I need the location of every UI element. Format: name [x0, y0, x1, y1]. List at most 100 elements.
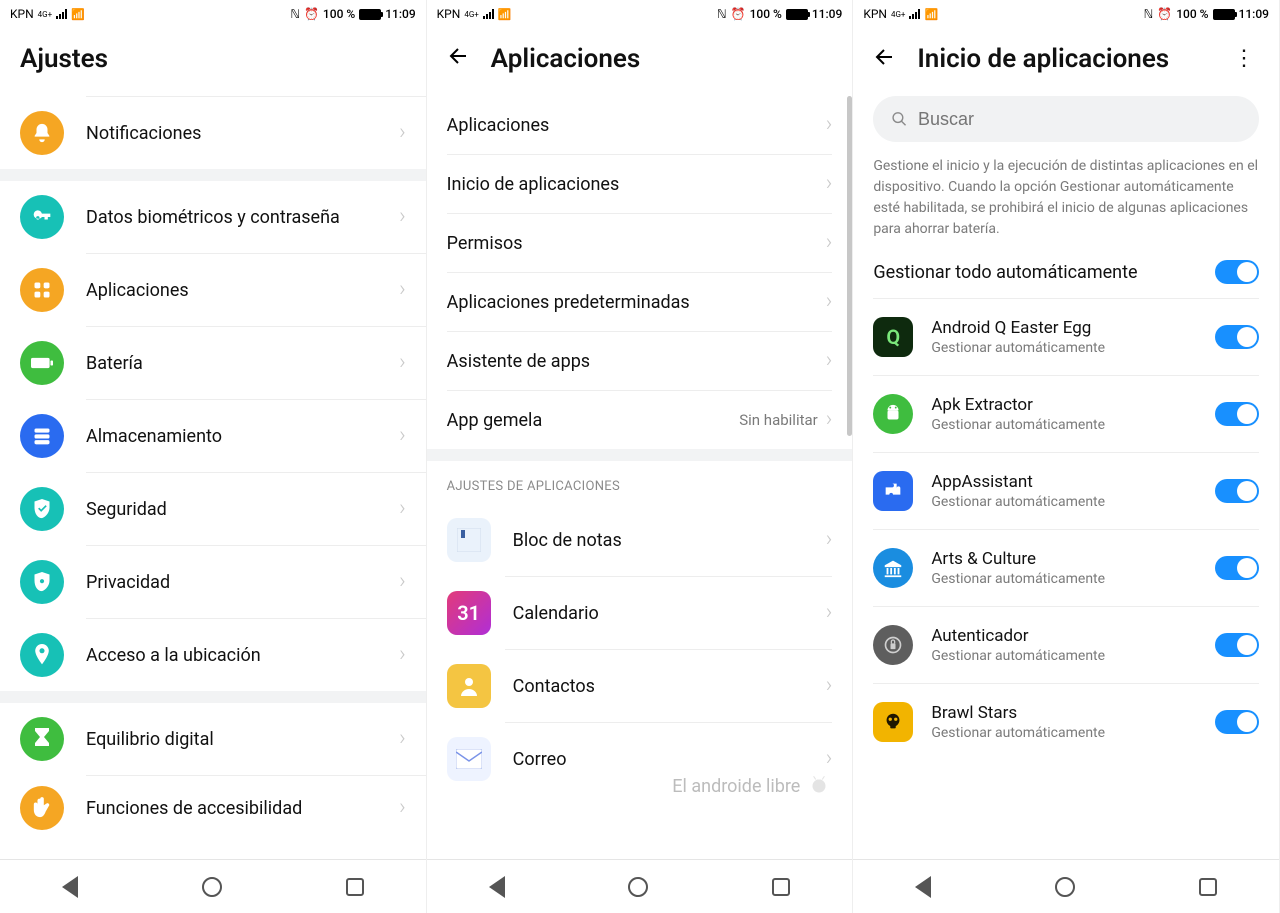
chevron-right-icon: ›: [826, 602, 833, 624]
section-gap: [0, 691, 426, 703]
chevron-right-icon: ›: [399, 571, 406, 593]
signal-icon: [56, 9, 67, 19]
mail-app-icon: [447, 737, 491, 781]
nav-recent-button[interactable]: [1199, 878, 1217, 896]
toggle-switch[interactable]: [1215, 710, 1259, 734]
toggle-switch[interactable]: [1215, 325, 1259, 349]
apps-settings-list: Aplicaciones › Inicio de aplicaciones › …: [427, 96, 853, 859]
battery-icon: [359, 9, 381, 20]
chevron-right-icon: ›: [399, 797, 406, 819]
search-icon: [891, 110, 908, 128]
toggle-switch[interactable]: [1215, 479, 1259, 503]
screen-settings: KPN 4G+ 📶 ℕ ⏰ 100 % 11:09 Ajustes Notifi…: [0, 0, 427, 913]
app-row-android-q[interactable]: Q Android Q Easter Egg Gestionar automát…: [853, 299, 1279, 375]
chevron-right-icon: ›: [826, 409, 833, 431]
settings-item-biometricos[interactable]: Datos biométricos y contraseña ›: [0, 181, 426, 253]
network-tag: 4G+: [38, 10, 52, 19]
bell-icon: [20, 111, 64, 155]
settings-item-privacidad[interactable]: Privacidad ›: [0, 546, 426, 618]
toggle-switch[interactable]: [1215, 402, 1259, 426]
back-button[interactable]: [873, 45, 897, 73]
app-row-calendario[interactable]: 31 Calendario ›: [427, 577, 853, 649]
android-icon: [873, 394, 913, 434]
notes-app-icon: [447, 518, 491, 562]
toggle-switch[interactable]: [1215, 556, 1259, 580]
app-row-appassistant[interactable]: AppAssistant Gestionar automáticamente: [853, 453, 1279, 529]
chevron-right-icon: ›: [826, 114, 833, 136]
search-bar[interactable]: [873, 96, 1259, 142]
chevron-right-icon: ›: [399, 644, 406, 666]
settings-item-bateria[interactable]: Batería ›: [0, 327, 426, 399]
app-row-autenticador[interactable]: Autenticador Gestionar automáticamente: [853, 607, 1279, 683]
chevron-right-icon: ›: [826, 675, 833, 697]
nav-home-button[interactable]: [628, 877, 648, 897]
page-title: Aplicaciones: [491, 44, 641, 74]
chevron-right-icon: ›: [399, 425, 406, 447]
location-icon: [20, 633, 64, 677]
item-apps-predeterminadas[interactable]: Aplicaciones predeterminadas ›: [427, 273, 853, 331]
settings-item-equilibrio-digital[interactable]: Equilibrio digital ›: [0, 703, 426, 775]
more-menu-button[interactable]: ⋮: [1229, 48, 1259, 70]
hand-icon: [20, 786, 64, 830]
settings-item-almacenamiento[interactable]: Almacenamiento ›: [0, 400, 426, 472]
nav-home-button[interactable]: [202, 877, 222, 897]
chevron-right-icon: ›: [826, 232, 833, 254]
header: Inicio de aplicaciones ⋮: [853, 28, 1279, 96]
status-bar: KPN 4G+ 📶 ℕ⏰ 100 % 11:09: [853, 0, 1279, 28]
nav-home-button[interactable]: [1055, 877, 1075, 897]
alarm-icon: ⏰: [304, 7, 319, 21]
settings-item-notificaciones[interactable]: Notificaciones ›: [0, 97, 426, 169]
nav-bar: [427, 859, 853, 913]
nav-back-button[interactable]: [62, 876, 78, 898]
section-gap: [427, 449, 853, 461]
master-toggle-row[interactable]: Gestionar todo automáticamente: [853, 256, 1279, 298]
settings-item-seguridad[interactable]: Seguridad ›: [0, 473, 426, 545]
settings-item-aplicaciones[interactable]: Aplicaciones ›: [0, 254, 426, 326]
chevron-right-icon: ›: [826, 173, 833, 195]
settings-item-ubicacion[interactable]: Acceso a la ubicación ›: [0, 619, 426, 691]
nav-back-button[interactable]: [915, 876, 931, 898]
section-title: AJUSTES DE APLICACIONES: [427, 461, 853, 504]
storage-icon: [20, 414, 64, 458]
settings-item-accesibilidad[interactable]: Funciones de accesibilidad ›: [0, 776, 426, 840]
chevron-right-icon: ›: [399, 206, 406, 228]
item-aplicaciones[interactable]: Aplicaciones ›: [427, 96, 853, 154]
chevron-right-icon: ›: [399, 728, 406, 750]
chevron-right-icon: ›: [399, 122, 406, 144]
nav-bar: [0, 859, 426, 913]
nav-recent-button[interactable]: [772, 878, 790, 896]
app-row-contactos[interactable]: Contactos ›: [427, 650, 853, 722]
search-input[interactable]: [918, 109, 1241, 130]
item-asistente-apps[interactable]: Asistente de apps ›: [427, 332, 853, 390]
nav-back-button[interactable]: [489, 876, 505, 898]
item-value: Sin habilitar: [739, 411, 818, 429]
app-row-apk-extractor[interactable]: Apk Extractor Gestionar automáticamente: [853, 376, 1279, 452]
header: Aplicaciones: [427, 28, 853, 96]
chevron-right-icon: ›: [399, 352, 406, 374]
nfc-icon: ℕ: [290, 7, 300, 21]
app-row-brawl-stars[interactable]: Brawl Stars Gestionar automáticamente: [853, 684, 1279, 760]
grid-icon: [20, 268, 64, 312]
toggle-switch[interactable]: [1215, 633, 1259, 657]
nav-recent-button[interactable]: [346, 878, 364, 896]
page-title: Inicio de aplicaciones: [917, 44, 1169, 74]
clock: 11:09: [385, 7, 415, 21]
item-permisos[interactable]: Permisos ›: [427, 214, 853, 272]
skull-icon: [873, 702, 913, 742]
key-icon: [20, 195, 64, 239]
android-q-icon: Q: [873, 317, 913, 357]
app-row-arts-culture[interactable]: Arts & Culture Gestionar automáticamente: [853, 530, 1279, 606]
chevron-right-icon: ›: [826, 350, 833, 372]
toggle-switch[interactable]: [1215, 260, 1259, 284]
nav-bar: [853, 859, 1279, 913]
privacy-icon: [20, 560, 64, 604]
status-bar: KPN 4G+ 📶 ℕ ⏰ 100 % 11:09: [0, 0, 426, 28]
chevron-right-icon: ›: [826, 748, 833, 770]
back-button[interactable]: [447, 44, 471, 74]
item-inicio-aplicaciones[interactable]: Inicio de aplicaciones ›: [427, 155, 853, 213]
chevron-right-icon: ›: [399, 498, 406, 520]
app-row-correo[interactable]: Correo ›: [427, 723, 853, 795]
app-row-bloc-notas[interactable]: Bloc de notas ›: [427, 504, 853, 576]
screen-inicio-aplicaciones: KPN 4G+ 📶 ℕ⏰ 100 % 11:09 Inicio de aplic…: [853, 0, 1280, 913]
item-app-gemela[interactable]: App gemela Sin habilitar ›: [427, 391, 853, 449]
